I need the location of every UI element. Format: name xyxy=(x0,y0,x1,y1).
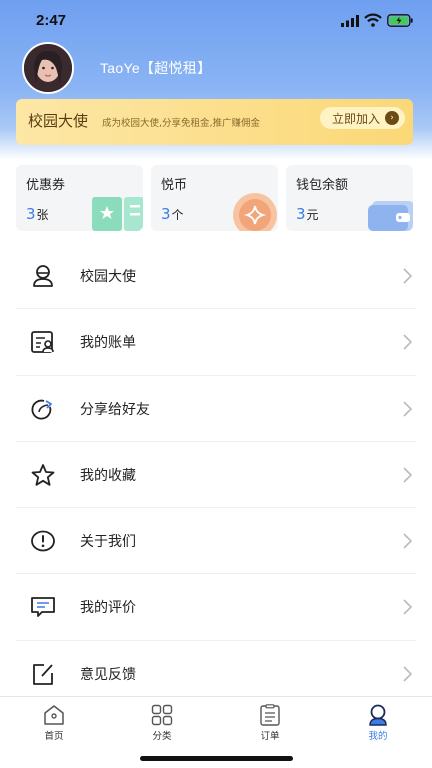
coin-icon xyxy=(233,193,277,231)
menu-item-ambassador[interactable]: 校园大使 xyxy=(16,243,416,310)
share-icon xyxy=(31,399,52,420)
card-value: 3个 xyxy=(161,205,184,223)
ticket-icon xyxy=(92,197,143,231)
home-icon xyxy=(44,705,64,725)
menu-label: 关于我们 xyxy=(80,534,136,551)
battery-icon xyxy=(387,14,413,27)
chevron-right-icon xyxy=(403,401,412,417)
profile-icon xyxy=(369,704,387,726)
ambassador-icon xyxy=(33,265,53,287)
category-icon xyxy=(151,704,173,726)
bill-icon xyxy=(31,331,54,354)
comment-icon xyxy=(31,597,55,618)
menu-item-share[interactable]: 分享给好友 xyxy=(16,376,416,442)
tab-orders[interactable]: 订单 xyxy=(240,702,300,742)
banner-subtitle: 成为校园大使,分享免租金,推广赚佣金 xyxy=(102,118,261,129)
menu-item-reviews[interactable]: 我的评价 xyxy=(16,574,416,641)
coupon-card[interactable]: 优惠券 3张 xyxy=(16,165,143,231)
menu-item-bill[interactable]: 我的账单 xyxy=(16,309,416,376)
tab-label: 分类 xyxy=(152,731,172,742)
card-value: 3张 xyxy=(26,205,49,223)
banner-title: 校园大使 xyxy=(28,112,89,130)
join-now-label: 立即加入 xyxy=(331,111,380,126)
tab-label: 我的 xyxy=(368,731,388,742)
menu-label: 我的评价 xyxy=(80,600,136,617)
tab-label: 订单 xyxy=(260,731,280,742)
card-title: 钱包余额 xyxy=(296,178,349,193)
chevron-right-icon xyxy=(403,268,412,284)
yuebi-card[interactable]: 悦币 3个 xyxy=(151,165,278,231)
chevron-right-icon xyxy=(403,533,412,549)
ambassador-banner[interactable]: 校园大使 成为校园大使,分享免租金,推广赚佣金 立即加入 › xyxy=(16,99,413,145)
avatar[interactable] xyxy=(22,42,74,94)
menu-item-about[interactable]: 关于我们 xyxy=(16,508,416,575)
tab-category[interactable]: 分类 xyxy=(132,702,192,742)
join-now-button[interactable]: 立即加入 › xyxy=(319,107,405,129)
arrow-right-icon: › xyxy=(385,111,399,125)
wifi-icon xyxy=(364,13,382,27)
signal-icon xyxy=(341,15,359,27)
wallet-icon xyxy=(368,201,413,231)
menu-label: 意见反馈 xyxy=(80,666,136,683)
star-icon xyxy=(31,463,55,486)
info-icon xyxy=(31,530,55,552)
username[interactable]: TaoYe【超悦租】 xyxy=(100,58,211,78)
menu-item-favorites[interactable]: 我的收藏 xyxy=(16,442,416,509)
card-value: 3元 xyxy=(296,205,319,223)
chevron-right-icon xyxy=(403,666,412,682)
home-indicator xyxy=(140,756,293,761)
tab-mine[interactable]: 我的 xyxy=(348,702,408,742)
feedback-icon xyxy=(33,663,53,685)
menu-label: 我的收藏 xyxy=(80,467,136,484)
menu-label: 校园大使 xyxy=(80,269,136,285)
status-bar: 2:47 xyxy=(0,0,432,44)
tab-label: 首页 xyxy=(44,731,64,742)
menu-list: 校园大使 我的账单 分享给好友 我的收藏 关于我们 我的评价 意见反馈 xyxy=(16,243,416,707)
card-title: 悦币 xyxy=(161,178,188,193)
menu-label: 分享给好友 xyxy=(80,401,150,418)
card-title: 优惠券 xyxy=(26,178,66,193)
stat-cards: 优惠券 3张 悦币 3个 钱包余额 3元 xyxy=(16,165,413,231)
status-time: 2:47 xyxy=(36,12,67,29)
tab-home[interactable]: 首页 xyxy=(24,702,84,742)
wallet-card[interactable]: 钱包余额 3元 xyxy=(286,165,413,231)
chevron-right-icon xyxy=(403,599,412,616)
chevron-right-icon xyxy=(403,467,412,483)
order-icon xyxy=(260,704,280,726)
avatar-image xyxy=(24,44,72,92)
chevron-right-icon xyxy=(403,334,412,350)
menu-label: 我的账单 xyxy=(80,335,136,352)
